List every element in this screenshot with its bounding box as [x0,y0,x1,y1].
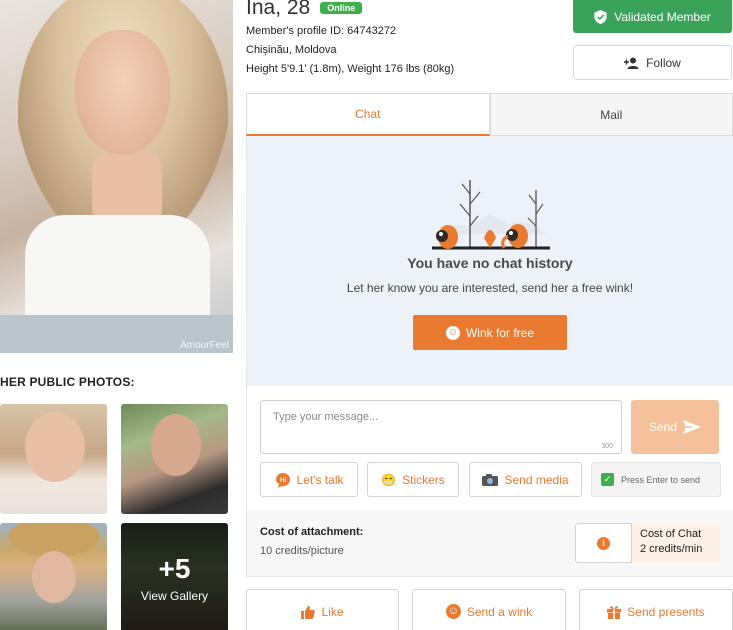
photo-face [75,30,170,155]
cost-info-panel: Cost of attachment: 10 credits/picture i… [246,510,733,577]
char-counter: 300 [601,443,613,450]
chat-history-panel: You have no chat history Let her know yo… [246,136,733,386]
profile-name-row: Ina, 28 Online [246,0,363,20]
thumbs-up-icon [301,605,316,619]
sticker-icon: 😁 [381,472,397,487]
attachment-cost-value: 10 credits/picture [260,545,344,557]
like-button[interactable]: Like [246,589,399,630]
lets-talk-label: Let's talk [296,472,344,487]
tab-mail[interactable]: Mail [489,93,733,136]
wink-for-free-label: Wink for free [465,325,534,340]
follow-label: Follow [646,55,681,70]
message-input[interactable]: Type your message... 300 [260,400,622,454]
public-photo-thumb-3[interactable] [0,523,107,630]
press-enter-label: Press Enter to send [621,474,701,485]
checkbox-icon[interactable]: ✓ [601,473,614,486]
attachment-cost-title: Cost of attachment: [260,526,364,538]
profile-name-age: Ina, 28 [246,0,311,19]
smile-icon: ☺ [445,325,460,340]
chat-composer: Type your message... 300 Send Hi Let's t… [246,386,733,510]
public-photo-thumb-2[interactable] [121,404,228,514]
send-media-label: Send media [504,472,569,487]
thumb-face [32,551,76,603]
validated-label: Validated Member [614,9,711,24]
profile-main-photo[interactable]: AmourFeel [0,0,233,353]
send-presents-label: Send presents [627,604,705,619]
chat-cost-title: Cost of Chat [640,528,702,540]
more-photos-count: +5 [158,553,191,584]
profile-body-info: Height 5'9.1' (1.8m), Weight 176 lbs (80… [246,63,455,75]
view-gallery-label: View Gallery [140,589,209,603]
shield-check-icon [594,9,607,24]
chat-cost-box: i Cost of Chat 2 credits/min [575,523,720,563]
photo-top [25,215,210,325]
stickers-button[interactable]: 😁 Stickers [367,462,459,497]
send-wink-label: Send a wink [466,604,533,619]
chat-mail-tabs: Chat Mail [246,93,733,136]
gift-icon [607,605,622,619]
send-button[interactable]: Send [631,400,719,454]
camera-icon [482,473,499,486]
send-label: Send [648,420,678,434]
follow-button[interactable]: Follow [573,45,732,80]
send-wink-button[interactable]: ☺ Send a wink [412,589,566,630]
send-arrow-icon [683,420,702,434]
profile-id: Member's profile ID: 64743272 [246,25,397,37]
public-photo-thumb-1[interactable] [0,404,107,514]
profile-location: Chișinău, Moldova [246,44,337,56]
message-placeholder: Type your message... [273,411,379,423]
person-add-icon [624,57,639,69]
gallery-overlay: +5 View Gallery [121,523,228,630]
public-photos-title: HER PUBLIC PHOTOS: [0,375,135,389]
chat-cost-text: Cost of Chat 2 credits/min [632,523,720,563]
info-icon: i [597,536,610,550]
empty-chat-illustration [432,180,550,250]
wink-for-free-button[interactable]: ☺ Wink for free [413,315,567,350]
chat-cost-info-button[interactable]: i [575,523,632,563]
svg-text:Hi: Hi [280,478,286,484]
stickers-label: Stickers [402,472,445,487]
chat-hi-icon: Hi [275,472,290,487]
no-chat-subtitle: Let her know you are interested, send he… [346,281,634,295]
thumb-face [25,412,85,482]
send-presents-button[interactable]: Send presents [579,589,733,630]
smile-icon: ☺ [445,604,461,619]
like-label: Like [321,604,344,619]
no-chat-title: You have no chat history [407,255,573,271]
thumb-face [151,414,201,476]
view-gallery-thumb[interactable]: +5 View Gallery [121,523,228,630]
send-media-button[interactable]: Send media [469,462,582,497]
lets-talk-button[interactable]: Hi Let's talk [260,462,358,497]
photo-watermark: AmourFeel [180,340,229,351]
validated-member-badge: Validated Member [573,0,732,33]
chat-cost-value: 2 credits/min [640,543,703,555]
press-enter-toggle[interactable]: ✓ Press Enter to send [591,462,721,497]
tab-chat[interactable]: Chat [246,93,490,136]
online-status-badge: Online [320,2,363,14]
